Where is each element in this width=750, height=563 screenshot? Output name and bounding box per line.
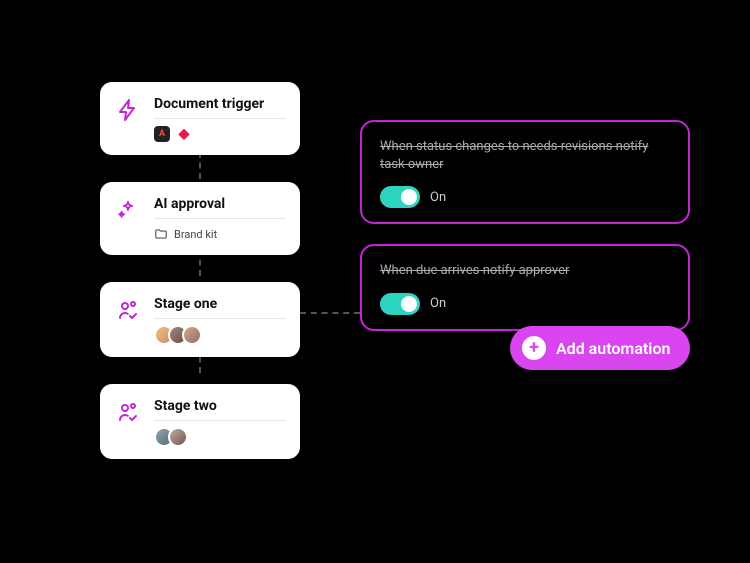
toggle-row: On xyxy=(380,186,670,208)
toggle-state-label: On xyxy=(430,296,446,311)
stage-meta-avatars xyxy=(154,427,286,447)
toggle-switch[interactable] xyxy=(380,186,420,208)
stage-body: Document trigger A ◆ xyxy=(154,96,286,143)
plus-icon: + xyxy=(522,336,546,360)
stage-title: Stage one xyxy=(154,296,286,319)
add-automation-label: Add automation xyxy=(556,339,670,358)
bolt-icon xyxy=(114,96,142,124)
folder-icon xyxy=(154,227,168,241)
avatar-stack xyxy=(154,427,188,447)
automation-description: When status changes to needs revisions n… xyxy=(380,138,670,174)
ruby-icon: ◆ xyxy=(176,126,192,142)
app-icon: A xyxy=(154,126,170,142)
toggle-switch[interactable] xyxy=(380,293,420,315)
avatar xyxy=(182,325,202,345)
stage-card-document-trigger[interactable]: Document trigger A ◆ xyxy=(100,82,300,155)
stages-column: Document trigger A ◆ AI approval Brand k… xyxy=(100,82,300,486)
stage-body: Stage two xyxy=(154,398,286,447)
toggle-state-label: On xyxy=(430,190,446,205)
stage-meta-apps: A ◆ xyxy=(154,125,286,143)
connector-horizontal xyxy=(300,312,360,314)
stage-body: Stage one xyxy=(154,296,286,345)
stage-title: Document trigger xyxy=(154,96,286,119)
toggle-row: On xyxy=(380,293,670,315)
stage-title: AI approval xyxy=(154,196,286,219)
person-check-icon xyxy=(114,296,142,324)
avatar-stack xyxy=(154,325,202,345)
automation-description: When due arrives notify approver xyxy=(380,262,670,280)
person-check-icon xyxy=(114,398,142,426)
stage-card-stage-one[interactable]: Stage one xyxy=(100,282,300,357)
folder-label: Brand kit xyxy=(174,228,217,241)
stage-meta-avatars xyxy=(154,325,286,345)
automation-card[interactable]: When status changes to needs revisions n… xyxy=(360,120,690,224)
automation-card[interactable]: When due arrives notify approver On xyxy=(360,244,690,330)
add-automation-button[interactable]: + Add automation xyxy=(510,326,690,370)
automations-column: When status changes to needs revisions n… xyxy=(360,120,690,351)
avatar xyxy=(168,427,188,447)
sparkle-icon xyxy=(114,196,142,224)
stage-card-ai-approval[interactable]: AI approval Brand kit xyxy=(100,182,300,255)
stage-meta-folder: Brand kit xyxy=(154,225,286,243)
stage-body: AI approval Brand kit xyxy=(154,196,286,243)
stage-card-stage-two[interactable]: Stage two xyxy=(100,384,300,459)
stage-title: Stage two xyxy=(154,398,286,421)
